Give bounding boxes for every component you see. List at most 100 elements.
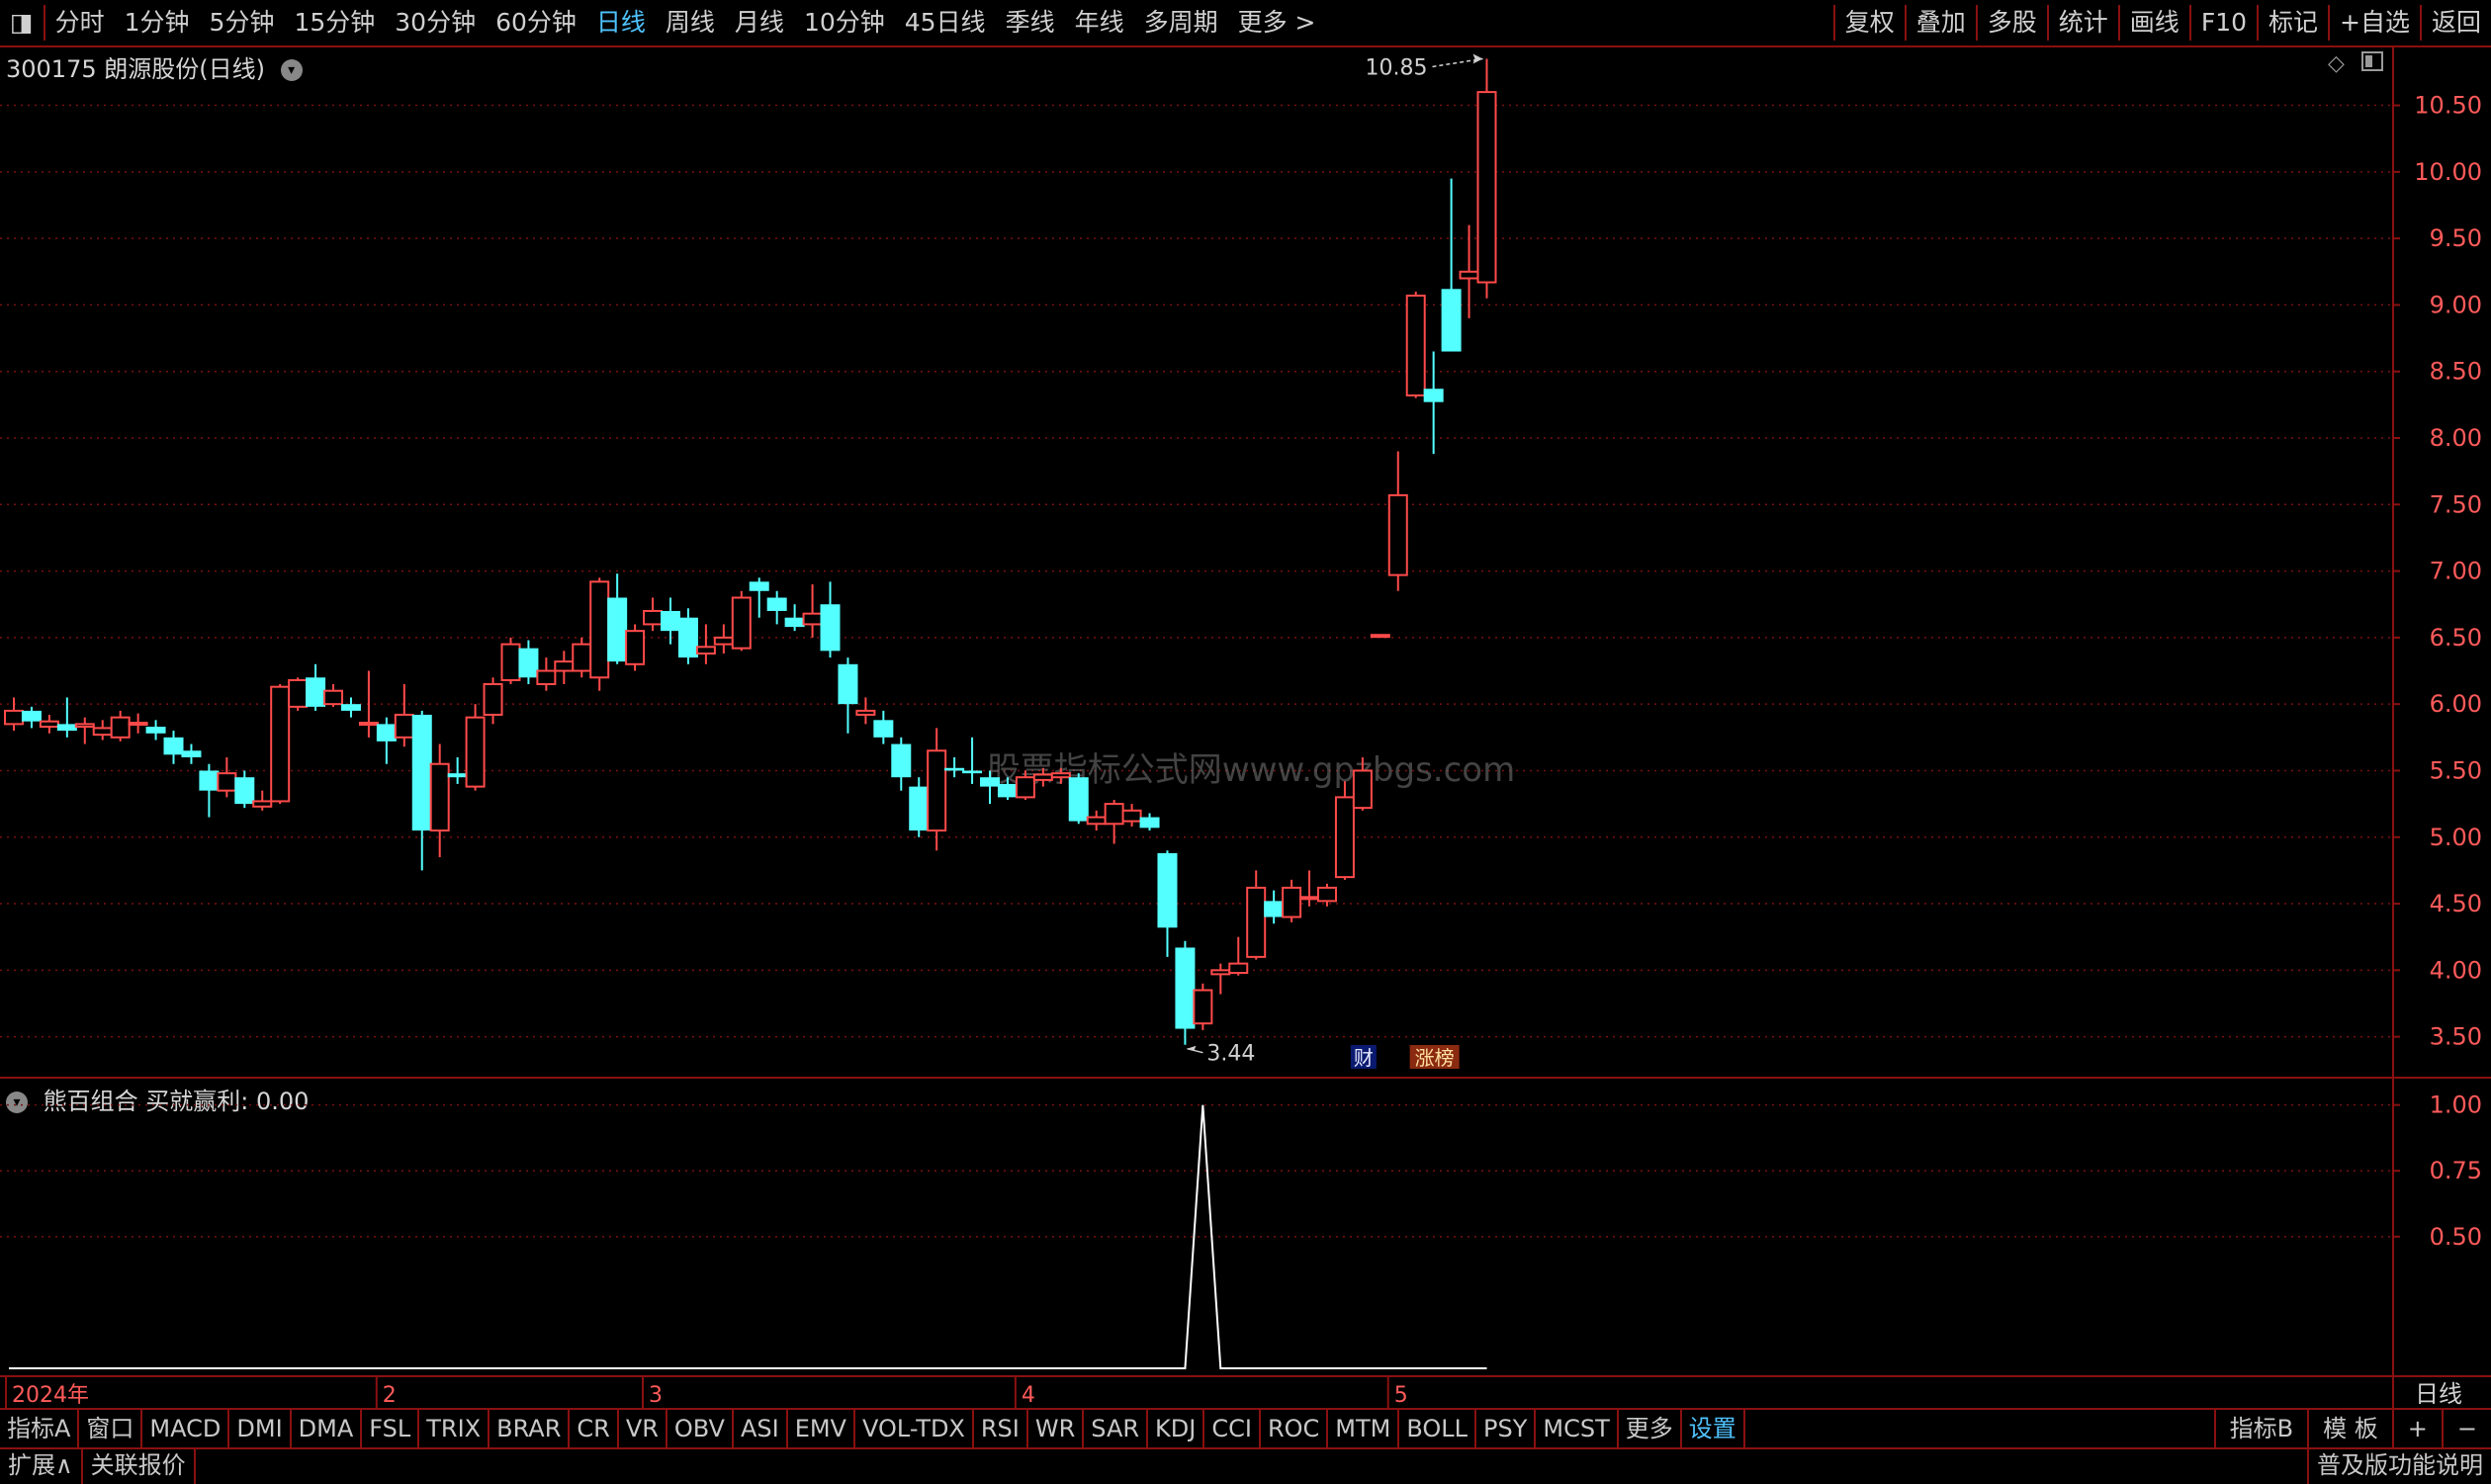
candle [589,577,610,691]
indicator-tab[interactable]: VOL-TDX [855,1410,974,1447]
candle [1405,291,1426,398]
indicator-tab[interactable]: DMI [229,1410,292,1447]
period-tab[interactable]: 多周期 [1134,0,1228,45]
candle-body [1334,796,1355,879]
indicator-title[interactable]: ▾ 熊百组合 买就赢利: 0.00 [6,1082,309,1116]
period-tab[interactable]: 60分钟 [486,0,586,45]
indicator-tab-right[interactable]: 模 板 [2307,1410,2392,1447]
candle [323,683,344,707]
help-link[interactable]: 普及版功能说明 [2307,1447,2491,1484]
period-group: 分时 1分钟 5分钟 15分钟 30分钟 60分钟 日线 周线 月线 10分钟 45日线 季线 年线 多周… [45,0,1326,45]
period-tab[interactable]: 30分钟 [385,0,486,45]
window-toggle-icon[interactable]: ◨ [0,0,44,45]
period-tab[interactable]: 日线 [586,0,656,45]
candle-body [145,727,166,734]
indicator-tab[interactable]: MACD [142,1410,230,1447]
stock-title[interactable]: 300175 朗源股份(日线) ▾ [6,49,303,84]
indicator-tabs-right: 指标B 模 板 + − [2213,1410,2491,1447]
indicator-tick-label: 0.50 [2430,1223,2482,1251]
candle [660,597,680,645]
candle-body [1050,772,1071,779]
indicator-tab[interactable]: DMA [292,1410,363,1447]
indicator-tab-right[interactable]: − [2441,1410,2491,1447]
indicator-tab[interactable]: ROC [1261,1410,1329,1447]
panel-toggle-icon[interactable] [2361,51,2383,71]
price-tick-label: 6.50 [2430,624,2482,652]
indicator-tab[interactable]: BOLL [1399,1410,1477,1447]
candle [643,597,664,632]
status-bar: 扩展∧ 关联报价 普及版功能说明 [0,1447,2491,1484]
candle-body [500,643,521,681]
candle [1193,983,1213,1030]
period-tab[interactable]: 1分钟 [115,0,200,45]
period-tab[interactable]: 月线 [725,0,794,45]
indicator-tab[interactable]: SAR [1084,1410,1149,1447]
date-label: 3 [649,1383,663,1408]
candle-body [625,630,646,665]
candle-body [962,770,983,774]
period-tab[interactable]: 周线 [656,0,725,45]
price-tick-label: 7.00 [2430,558,2482,585]
candle-body [909,786,930,831]
indicator-tab[interactable]: CCI [1204,1410,1261,1447]
indicator-tab[interactable]: ASI [734,1410,788,1447]
toolbar-button[interactable]: 多股 [1978,0,2047,45]
candle [1228,936,1249,976]
period-tab[interactable]: 5分钟 [200,0,285,45]
toolbar-button[interactable]: F10 [2191,0,2257,45]
chevron-down-icon[interactable]: ▾ [6,1091,28,1113]
rank-badge [1409,1045,1460,1069]
toolbar-button[interactable]: 统计 [2049,0,2118,45]
period-tab[interactable]: 45日线 [895,0,996,45]
candle [411,710,432,871]
arrow-head-icon [1187,1045,1197,1051]
indicator-tab[interactable]: PSY [1476,1410,1537,1447]
indicator-series-line [9,1104,1487,1369]
indicator-tab[interactable]: BRAR [489,1410,571,1447]
toolbar-button[interactable]: 叠加 [1907,0,1976,45]
status-item[interactable]: 扩展∧ [0,1447,83,1484]
period-tab[interactable]: 季线 [996,0,1065,45]
indicator-tab[interactable]: VR [619,1410,667,1447]
candle [465,704,486,791]
period-tab[interactable]: 10分钟 [794,0,895,45]
indicator-tab[interactable]: 指标A [0,1410,80,1447]
indicator-tab[interactable]: CR [570,1410,619,1447]
indicator-tab[interactable]: 设置 [1682,1410,1745,1447]
candle [784,604,805,632]
indicator-tab[interactable]: RSI [974,1410,1028,1447]
indicator-tab[interactable]: OBV [667,1410,734,1447]
toolbar-button[interactable]: +自选 [2330,0,2420,45]
date-label: 4 [1022,1383,1035,1408]
indicator-tab-right[interactable]: + [2391,1410,2442,1447]
period-tab[interactable]: 更多 > [1228,0,1326,45]
indicator-tab[interactable]: MTM [1328,1410,1400,1447]
chart-canvas[interactable]: 股票指标公式网www.gpzbgs.com 10.50 10.00 9.50 9.00… [0,0,2491,1484]
indicator-tab[interactable]: 更多 [1619,1410,1682,1447]
period-tab[interactable]: 分时 [45,0,115,45]
candle [1139,813,1160,831]
price-tick-label: 10.00 [2414,158,2482,186]
candle [1032,767,1053,787]
candle [92,720,113,741]
candle [376,717,397,764]
diamond-icon[interactable]: ◇ [2328,51,2345,76]
candle [145,720,166,741]
toolbar-button[interactable]: 返回 [2422,0,2491,45]
indicator-tab[interactable]: TRIX [419,1410,490,1447]
period-tab[interactable]: 15分钟 [284,0,385,45]
indicator-tab[interactable]: WR [1028,1410,1085,1447]
chevron-down-icon[interactable]: ▾ [280,59,303,81]
status-item[interactable]: 关联报价 [83,1447,196,1484]
indicator-tab[interactable]: 窗口 [79,1410,143,1447]
indicator-tab[interactable]: EMV [788,1410,855,1447]
toolbar-button[interactable]: 画线 [2120,0,2189,45]
candle-body [1068,777,1089,822]
indicator-tab-right[interactable]: 指标B [2213,1410,2307,1447]
indicator-tab[interactable]: MCST [1536,1410,1619,1447]
indicator-tab[interactable]: KDJ [1148,1410,1205,1447]
indicator-tab[interactable]: FSL [362,1410,420,1447]
toolbar-button[interactable]: 标记 [2259,0,2328,45]
toolbar-button[interactable]: 复权 [1835,0,1905,45]
period-tab[interactable]: 年线 [1065,0,1134,45]
